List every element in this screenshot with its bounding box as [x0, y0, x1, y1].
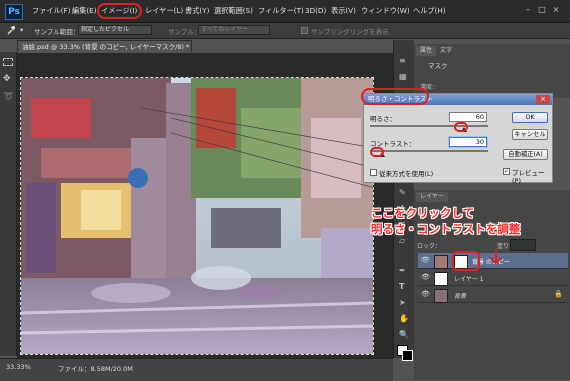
hand-tool-icon[interactable]: ✋: [399, 314, 409, 324]
menu-select[interactable]: 選択範囲(S): [214, 5, 253, 17]
highlight-oval-menu: [97, 3, 142, 19]
layer-name: レイヤー 1: [454, 276, 484, 283]
arrow-indicator-icon: [490, 249, 502, 265]
zoom-level[interactable]: 33.33%: [6, 363, 31, 371]
zoom-tool-icon[interactable]: 🔍: [399, 330, 409, 340]
sample-select[interactable]: すべてのレイヤー: [198, 25, 270, 35]
contrast-slider-track[interactable]: [370, 150, 488, 152]
menu-view[interactable]: 表示(V): [331, 5, 356, 17]
move-tool-icon[interactable]: ✥: [3, 74, 13, 84]
path-select-tool-icon[interactable]: ➤: [399, 298, 409, 308]
menu-3d[interactable]: 3D(D): [305, 5, 326, 17]
lock-icon: 🔒: [554, 290, 563, 298]
layer-thumbnail: [434, 272, 448, 286]
photoshop-logo: Ps: [5, 4, 23, 20]
annotation-line-1: ここをクリックして: [371, 206, 475, 220]
pen-tool-icon[interactable]: ✒: [399, 266, 409, 276]
dialog-close-button[interactable]: ×: [536, 95, 550, 104]
type-tool-icon[interactable]: T: [399, 282, 409, 292]
instruction-annotation: ここをクリックして 明るさ・コントラストを調整: [371, 205, 556, 239]
menu-layer[interactable]: レイヤー(L): [145, 5, 183, 17]
preview-checkbox[interactable]: ✓: [503, 168, 510, 175]
legacy-label: 従来方式を使用(L): [379, 170, 434, 178]
preview-label: プレビュー(P): [512, 169, 545, 185]
quick-select-tool-icon[interactable]: ✎: [399, 188, 409, 198]
brightness-label: 明るさ：: [370, 115, 396, 123]
maximize-button[interactable]: □: [536, 4, 548, 16]
brightness-slider-track[interactable]: [370, 125, 488, 127]
layer-thumbnail: [434, 255, 448, 269]
layer-name: 背景: [454, 293, 467, 300]
tab-character[interactable]: 文字: [436, 46, 456, 56]
menu-window[interactable]: ウィンドウ(W): [361, 5, 410, 17]
highlight-contrast-thumb: [370, 147, 384, 157]
sampling-ring-label: サンプリングリングを表示: [311, 28, 389, 36]
cancel-button[interactable]: キャンセル: [512, 129, 548, 140]
lasso-tool-icon[interactable]: ➰: [3, 92, 14, 102]
menu-filter[interactable]: フィルター(T): [258, 5, 304, 17]
tool-preset-arrow[interactable]: ▾: [20, 26, 23, 34]
tab-layers[interactable]: レイヤー: [416, 192, 448, 202]
highlight-brightness-thumb: [454, 122, 468, 132]
close-tab-icon[interactable]: ×: [191, 43, 192, 51]
menu-help[interactable]: ヘルプ(H): [413, 5, 446, 17]
visibility-eye-icon[interactable]: 👁: [421, 256, 430, 264]
menu-edit[interactable]: 編集(E): [72, 5, 97, 17]
sampling-ring-checkbox[interactable]: [301, 27, 308, 34]
file-size-info: ファイル：8.58M/20.0M: [58, 365, 133, 373]
sample-size-label: サンプル範囲：: [34, 28, 80, 36]
visibility-eye-icon[interactable]: 👁: [421, 273, 430, 281]
background-color-swatch[interactable]: [402, 350, 413, 361]
mask-label: マスク: [428, 62, 448, 70]
highlight-box-mask: [452, 251, 480, 271]
brightness-contrast-dialog: 明るさ・コントラスト × 明るさ： 60 コントラスト： 30 従来方式を使用(…: [363, 93, 553, 185]
visibility-eye-icon[interactable]: 👁: [421, 290, 430, 298]
sample-size-select[interactable]: 指定したピクセル: [78, 25, 152, 35]
history-panel-icon[interactable]: ≡: [399, 56, 409, 66]
brightness-input[interactable]: 60: [449, 112, 487, 122]
document-tab[interactable]: 油絵.psd @ 33.3% (背景 のコピー, レイヤーマスク/8) * ×: [17, 40, 192, 52]
layer-thumbnail: [434, 289, 448, 303]
document-title: 油絵.psd @ 33.3% (背景 のコピー, レイヤーマスク/8) *: [22, 43, 190, 51]
marquee-tool-icon[interactable]: [3, 58, 13, 66]
eyedropper-tool-icon[interactable]: [6, 25, 16, 35]
auto-button[interactable]: 自動補正(A): [503, 149, 548, 160]
ok-button[interactable]: OK: [512, 112, 548, 123]
menu-type[interactable]: 書式(Y): [185, 5, 209, 17]
legacy-checkbox[interactable]: [370, 169, 377, 176]
annotation-line-2: 明るさ・コントラストを調整: [371, 222, 521, 236]
sample-label: サンプル：: [168, 28, 201, 36]
street-photo-canvas[interactable]: [20, 77, 374, 355]
layer-row-background[interactable]: 👁 背景 🔒: [418, 287, 568, 303]
lock-label: ロック：: [417, 243, 442, 250]
close-window-button[interactable]: ×: [550, 4, 562, 16]
minimize-button[interactable]: –: [522, 4, 534, 16]
window-controls: – □ ×: [520, 4, 566, 16]
highlight-oval-dialog-title: [361, 88, 429, 105]
layer-row-layer-1[interactable]: 👁 レイヤー 1: [418, 270, 568, 286]
menu-file[interactable]: ファイル(F): [32, 5, 71, 17]
contrast-input[interactable]: 30: [449, 137, 487, 147]
fill-input[interactable]: [510, 239, 536, 251]
swatches-panel-icon[interactable]: ▦: [399, 72, 409, 82]
tab-properties[interactable]: 属性: [416, 46, 437, 56]
